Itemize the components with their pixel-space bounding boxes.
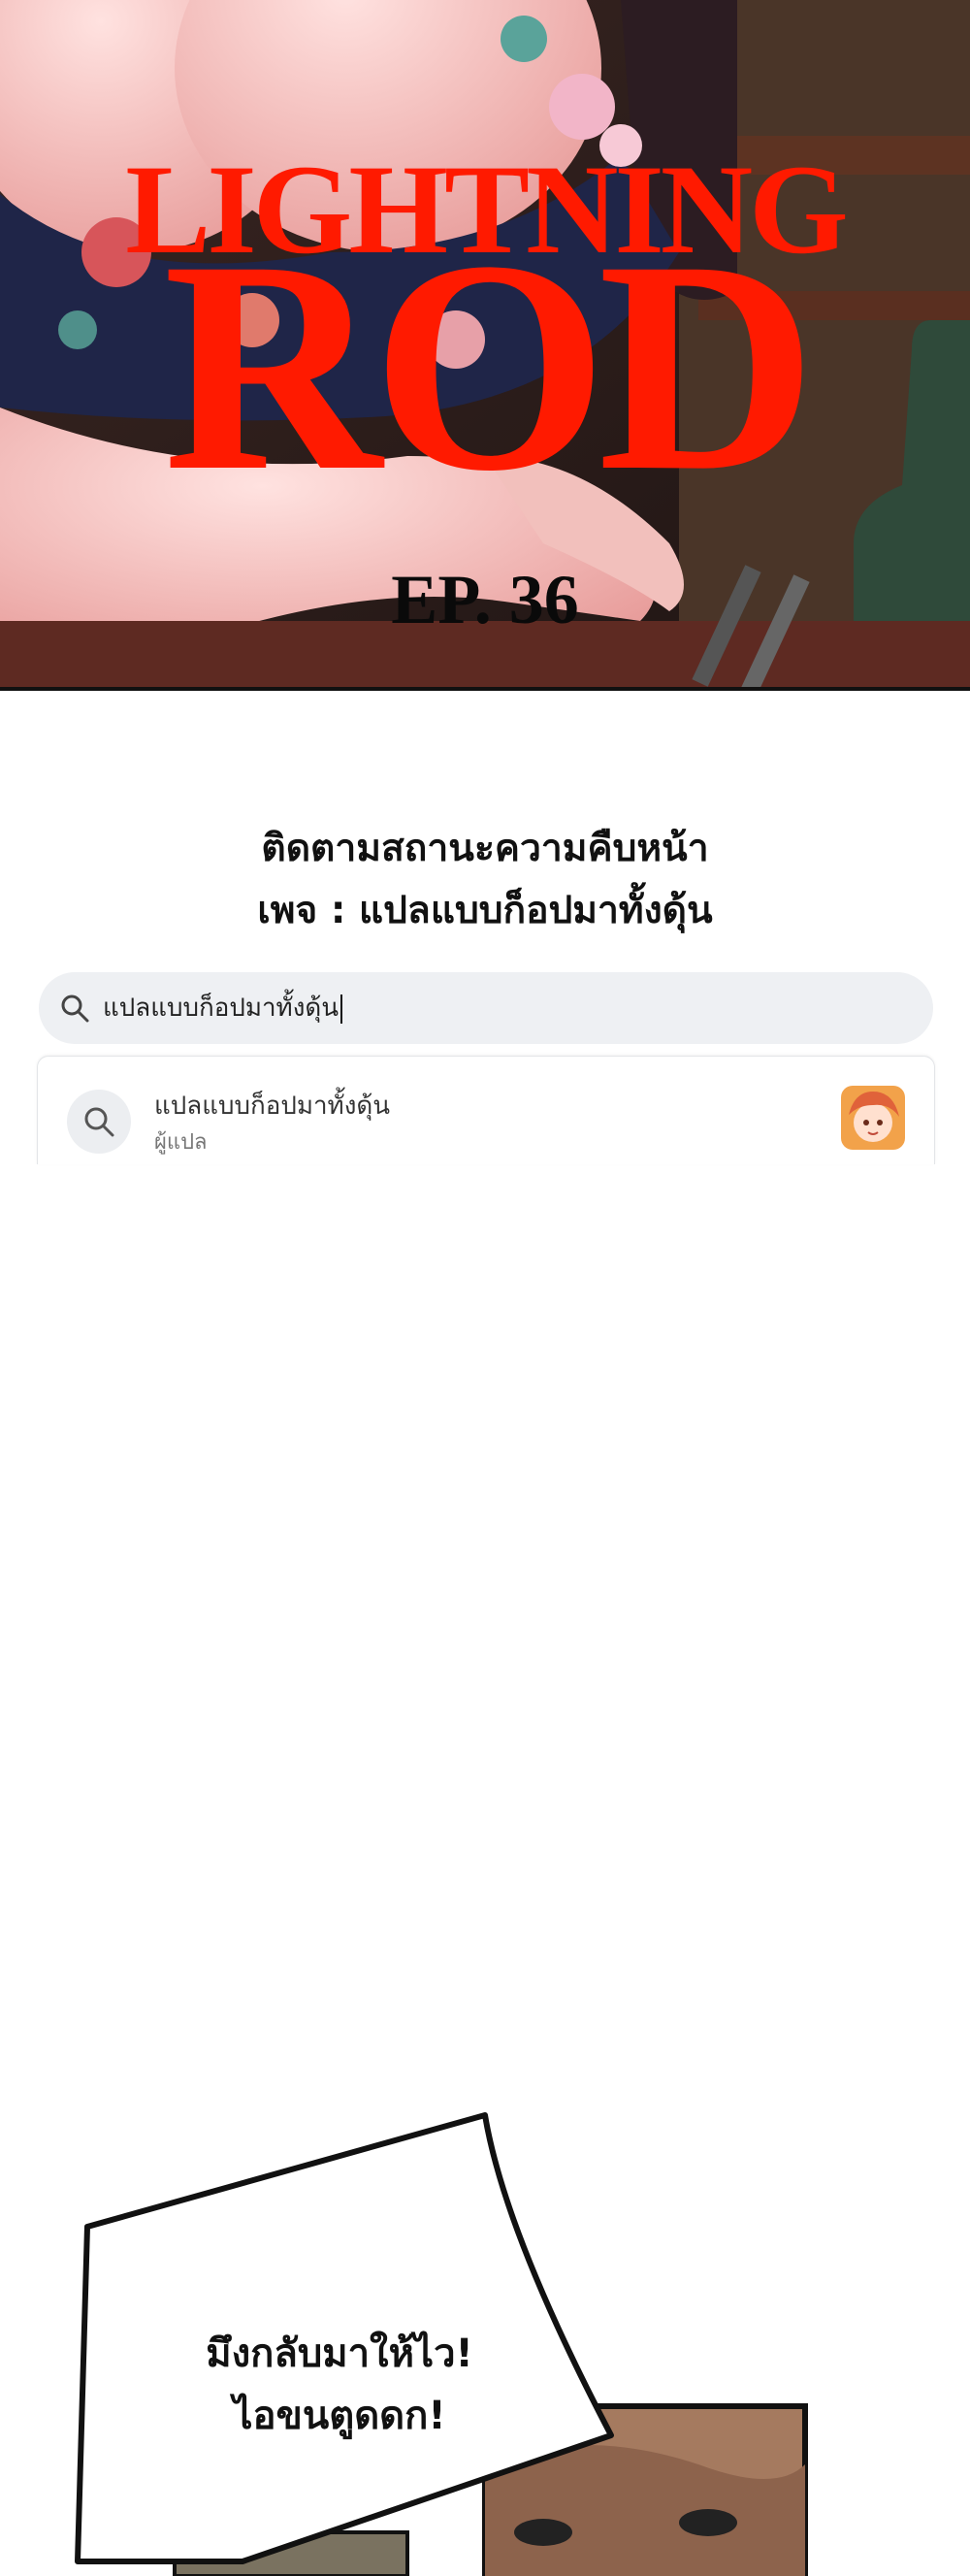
suggestion-role: ผู้แปล [154, 1130, 208, 1155]
speech-bubble-line1: มึงกลับมาให้ไว! [206, 2331, 473, 2376]
cover-panel: LIGHTNING ROD EP. 36 [0, 0, 970, 691]
page-avatar[interactable] [841, 1086, 905, 1150]
cover-border [0, 687, 970, 691]
search-input[interactable]: แปลแบบก็อปมาทั้งดุ้น [103, 992, 343, 1025]
avatar-image [841, 1086, 905, 1150]
comic-panel-art [75, 2112, 808, 2576]
promo-page-name: เพจ : แปลแบบก็อปมาทั้งดุ้น [257, 889, 713, 932]
episode-label: EP. 36 [391, 561, 579, 638]
search-bar[interactable]: แปลแบบก็อปมาทั้งดุ้น [39, 972, 933, 1044]
text-caret [340, 994, 343, 1024]
search-input-value: แปลแบบก็อปมาทั้งดุ้น [103, 994, 340, 1023]
series-title-line2: ROD [163, 199, 816, 534]
search-icon [61, 995, 89, 1023]
search-suggestion-item[interactable]: แปลแบบก็อปมาทั้งดุ้น ผู้แปล [37, 1056, 935, 1164]
speech-bubble-line2: ไอขนตูดดก! [233, 2394, 446, 2438]
promo-heading: ติดตามสถานะความคืบหน้า [261, 827, 709, 870]
search-icon [84, 1107, 114, 1137]
suggestion-name: แปลแบบก็อปมาทั้งดุ้น [154, 1092, 391, 1121]
suggestion-icon-circle [67, 1090, 131, 1154]
